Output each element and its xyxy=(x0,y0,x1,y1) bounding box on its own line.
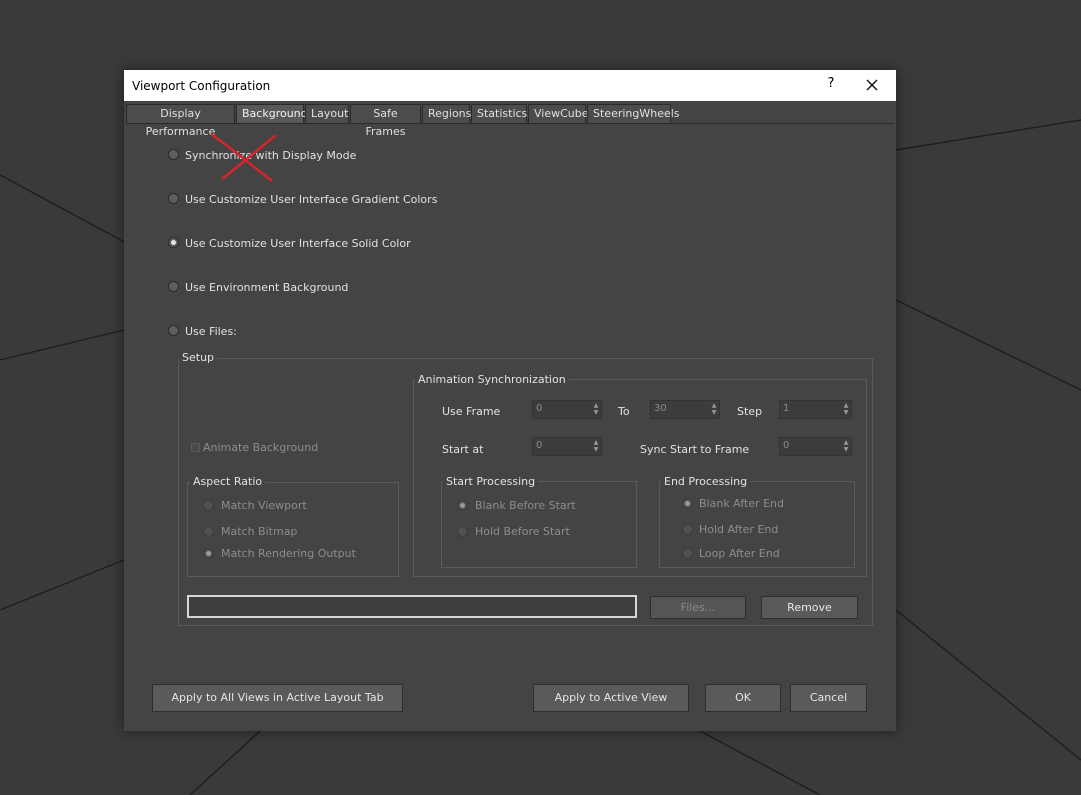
radio-use-files[interactable] xyxy=(168,325,179,336)
use-frame-arrows[interactable]: ▲ ▼ xyxy=(592,402,600,417)
tab-layout[interactable]: Layout xyxy=(305,104,349,123)
tab-background[interactable]: Background xyxy=(236,104,308,123)
spinner-up-icon: ▲ xyxy=(843,402,849,409)
start-at-label: Start at xyxy=(442,443,484,456)
step-spinner[interactable]: 1 ▲ ▼ xyxy=(779,400,852,419)
spinner-down-icon: ▼ xyxy=(843,446,849,453)
help-button[interactable]: ? xyxy=(821,76,841,94)
sync-start-value: 0 xyxy=(783,440,790,451)
step-label: Step xyxy=(737,405,763,418)
start-at-arrows[interactable]: ▲ ▼ xyxy=(592,439,600,454)
radio-match-viewport[interactable] xyxy=(203,500,214,511)
spinner-up-icon: ▲ xyxy=(711,402,717,409)
tab-steeringwheels[interactable]: SteeringWheels xyxy=(587,104,680,123)
blank-before-start-label: Blank Before Start xyxy=(475,499,576,512)
to-arrows[interactable]: ▲ ▼ xyxy=(710,402,718,417)
radio-use-files-label: Use Files: xyxy=(185,325,237,338)
loop-after-end-label: Loop After End xyxy=(699,547,780,560)
ok-button[interactable]: OK xyxy=(705,684,781,712)
start-processing-title: Start Processing xyxy=(443,475,539,488)
remove-button[interactable]: Remove xyxy=(761,596,858,619)
tab-bar: Display Performance Background Layout Sa… xyxy=(126,104,894,138)
radio-environment-background[interactable] xyxy=(168,281,179,292)
to-spinner[interactable]: 30 ▲ ▼ xyxy=(650,400,720,419)
animation-sync-title: Animation Synchronization xyxy=(415,373,569,386)
to-value: 30 xyxy=(654,403,667,414)
spinner-up-icon: ▲ xyxy=(843,439,849,446)
radio-gradient-colors[interactable] xyxy=(168,193,179,204)
tab-display-performance[interactable]: Display Performance xyxy=(126,104,235,138)
blank-after-end-label: Blank After End xyxy=(699,497,784,510)
radio-hold-after-end[interactable] xyxy=(682,524,693,535)
viewport-configuration-dialog: Viewport Configuration ? Display Perform… xyxy=(124,70,896,731)
radio-gradient-colors-label: Use Customize User Interface Gradient Co… xyxy=(185,193,438,206)
radio-match-bitmap[interactable] xyxy=(203,526,214,537)
cancel-button[interactable]: Cancel xyxy=(790,684,867,712)
match-rendering-output-label: Match Rendering Output xyxy=(221,547,356,560)
tab-safe-frames[interactable]: Safe Frames xyxy=(350,104,421,138)
aspect-ratio-title: Aspect Ratio xyxy=(190,475,266,488)
files-button[interactable]: Files... xyxy=(650,596,746,619)
close-button[interactable] xyxy=(860,74,884,96)
spinner-down-icon: ▼ xyxy=(593,446,599,453)
match-bitmap-label: Match Bitmap xyxy=(221,525,298,538)
end-processing-title: End Processing xyxy=(661,475,751,488)
close-icon xyxy=(866,79,878,91)
radio-solid-color[interactable] xyxy=(168,237,179,248)
sync-start-label: Sync Start to Frame xyxy=(640,443,750,456)
tab-divider xyxy=(126,123,894,124)
dialog-title: Viewport Configuration xyxy=(132,79,271,93)
animate-background-checkbox[interactable] xyxy=(191,443,200,452)
step-arrows[interactable]: ▲ ▼ xyxy=(842,402,850,417)
radio-environment-background-label: Use Environment Background xyxy=(185,281,349,294)
step-value: 1 xyxy=(783,403,790,414)
radio-blank-before-start[interactable] xyxy=(457,500,468,511)
start-at-spinner[interactable]: 0 ▲ ▼ xyxy=(532,437,602,456)
animate-background-label: Animate Background xyxy=(203,441,319,454)
hold-before-start-label: Hold Before Start xyxy=(475,525,570,538)
radio-solid-color-label: Use Customize User Interface Solid Color xyxy=(185,237,411,250)
sync-start-arrows[interactable]: ▲ ▼ xyxy=(842,439,850,454)
spinner-down-icon: ▼ xyxy=(843,409,849,416)
radio-loop-after-end[interactable] xyxy=(682,548,693,559)
hold-after-end-label: Hold After End xyxy=(699,523,779,536)
spinner-up-icon: ▲ xyxy=(593,402,599,409)
tab-regions[interactable]: Regions xyxy=(422,104,471,123)
spinner-up-icon: ▲ xyxy=(593,439,599,446)
apply-all-views-button[interactable]: Apply to All Views in Active Layout Tab xyxy=(152,684,403,712)
sync-start-spinner[interactable]: 0 ▲ ▼ xyxy=(779,437,852,456)
radio-hold-before-start[interactable] xyxy=(457,526,468,537)
tab-statistics[interactable]: Statistics xyxy=(471,104,527,123)
use-frame-value: 0 xyxy=(536,403,543,414)
setup-group-title: Setup xyxy=(179,351,218,364)
use-frame-spinner[interactable]: 0 ▲ ▼ xyxy=(532,400,602,419)
radio-sync-display-mode[interactable] xyxy=(168,149,179,160)
file-path-field[interactable] xyxy=(187,595,637,618)
apply-active-view-button[interactable]: Apply to Active View xyxy=(533,684,689,712)
to-label: To xyxy=(618,405,630,418)
use-frame-label: Use Frame xyxy=(442,405,501,418)
radio-blank-after-end[interactable] xyxy=(682,498,693,509)
spinner-down-icon: ▼ xyxy=(593,409,599,416)
radio-match-rendering-output[interactable] xyxy=(203,548,214,559)
spinner-down-icon: ▼ xyxy=(711,409,717,416)
title-bar: Viewport Configuration ? xyxy=(124,70,896,101)
tab-viewcube[interactable]: ViewCube xyxy=(528,104,589,123)
start-at-value: 0 xyxy=(536,440,543,451)
match-viewport-label: Match Viewport xyxy=(221,499,307,512)
red-x-annotation-icon xyxy=(210,133,277,182)
